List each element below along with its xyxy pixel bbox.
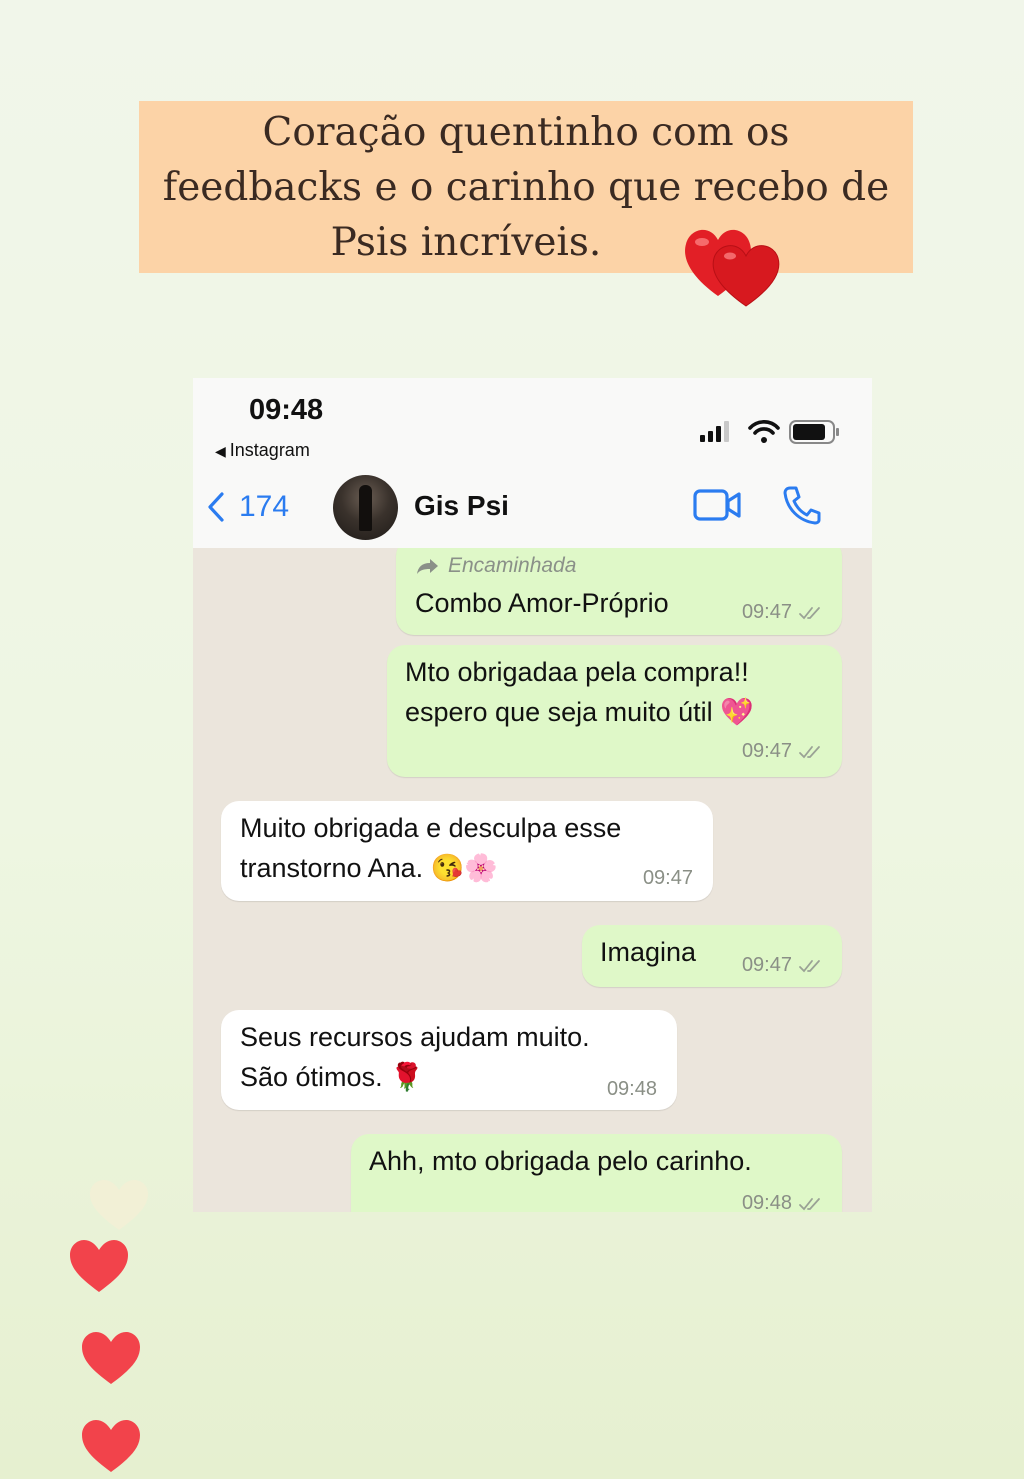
wifi-icon	[748, 420, 780, 443]
message-meta: 09:47	[742, 954, 824, 977]
message-bubble[interactable]: Mto obrigadaa pela compra!! espero que s…	[387, 645, 842, 777]
double-check-icon	[799, 1197, 820, 1210]
message-text: Imagina	[600, 937, 697, 967]
contact-name[interactable]: Gis Psi	[414, 490, 509, 522]
message-text: Seus recursos ajudam muito.	[240, 1022, 590, 1052]
message-meta: 09:47	[742, 740, 824, 763]
message-time: 09:47	[741, 740, 792, 762]
message-bubble[interactable]: Muito obrigada e desculpa esse transtorn…	[221, 801, 713, 901]
message-text: Mto obrigadaa pela compra!!	[405, 657, 749, 687]
message-text: Ahh, mto obrigada pelo carinho.	[369, 1146, 752, 1176]
caption-line-3: Psis incríveis.	[330, 220, 602, 265]
heart-icon	[82, 1420, 140, 1472]
message-text: Combo Amor-Próprio	[415, 588, 669, 618]
hearts-icon	[685, 229, 780, 307]
chevron-left-icon	[208, 492, 224, 522]
signal-icon	[700, 421, 729, 442]
chat-screenshot: 09:48 ◀ Instagram 174 Gis Psi Encaminhad…	[193, 378, 872, 1212]
contact-avatar[interactable]	[333, 475, 398, 540]
message-bubble[interactable]: Encaminhada Combo Amor-Próprio 09:47	[396, 548, 842, 635]
message-text: São ótimos. 🌹	[240, 1062, 424, 1092]
message-text: espero que seja muito útil 💖	[405, 697, 754, 727]
battery-icon	[789, 420, 839, 444]
message-bubble[interactable]: Ahh, mto obrigada pelo carinho. 09:48	[351, 1134, 842, 1212]
status-icons	[700, 420, 839, 444]
message-time: 09:47	[642, 867, 693, 889]
message-meta: 09:48	[607, 1078, 657, 1101]
double-check-icon	[799, 606, 820, 619]
top-bar: 09:48 ◀ Instagram 174 Gis Psi	[193, 378, 872, 548]
message-time: 09:48	[741, 1192, 792, 1212]
unread-count: 174	[239, 490, 290, 523]
caption-line-2: feedbacks e o carinho que recebo de	[162, 165, 890, 210]
message-meta: 09:47	[742, 601, 824, 624]
back-app-label: Instagram	[229, 440, 310, 460]
forward-arrow-icon	[417, 559, 438, 574]
story-caption: Coração quentinho com os feedbacks e o c…	[139, 101, 913, 273]
message-bubble[interactable]: Imagina 09:47	[582, 925, 842, 987]
status-time: 09:48	[249, 394, 324, 426]
message-text: transtorno Ana. 😘🌸	[240, 853, 498, 883]
forwarded-label: Encaminhada	[416, 554, 576, 578]
message-list: Encaminhada Combo Amor-Próprio 09:47 Mto…	[193, 548, 872, 1212]
message-meta: 09:47	[643, 867, 693, 890]
double-check-icon	[799, 959, 820, 972]
back-to-app-link[interactable]: ◀ Instagram	[215, 440, 310, 461]
heart-icon	[82, 1332, 140, 1384]
message-bubble[interactable]: Seus recursos ajudam muito. São ótimos. …	[221, 1010, 677, 1110]
heart-icon	[70, 1240, 128, 1292]
message-meta: 09:48	[742, 1192, 824, 1212]
phone-icon[interactable]	[781, 484, 823, 526]
chat-back-button[interactable]: 174	[207, 484, 289, 530]
double-check-icon	[799, 745, 820, 758]
heart-icon	[90, 1180, 148, 1230]
message-text: Muito obrigada e desculpa esse	[240, 813, 622, 843]
video-call-icon[interactable]	[693, 488, 743, 522]
message-time: 09:47	[741, 601, 792, 623]
caption-line-1: Coração quentinho com os	[262, 110, 790, 155]
message-time: 09:48	[606, 1078, 657, 1100]
message-time: 09:47	[741, 954, 792, 976]
back-triangle-icon: ◀	[215, 443, 226, 459]
